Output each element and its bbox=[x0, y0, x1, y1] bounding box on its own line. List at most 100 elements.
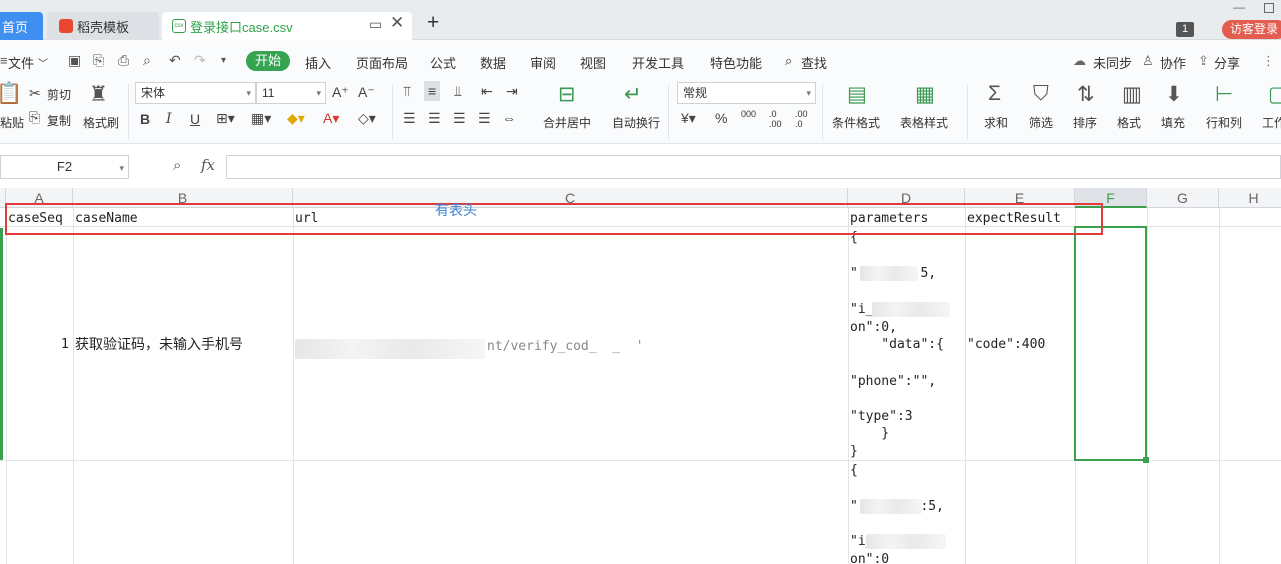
cut-button[interactable]: 剪切 bbox=[47, 86, 71, 103]
highlight-color-icon[interactable]: ◆▾ bbox=[287, 110, 305, 127]
cell-case-seq[interactable]: 1 bbox=[61, 337, 69, 353]
currency-icon[interactable]: ¥▾ bbox=[681, 110, 696, 127]
guest-login-button[interactable]: 访客登录 bbox=[1222, 20, 1281, 39]
menu-search[interactable]: 查找 bbox=[801, 53, 827, 72]
distribute-icon[interactable]: ⇔ bbox=[502, 110, 516, 126]
tab-home[interactable]: 首页 bbox=[0, 12, 43, 40]
copy-icon[interactable]: ⎘ bbox=[29, 109, 40, 126]
menu-page-layout[interactable]: 页面布局 bbox=[356, 53, 408, 72]
font-size-select[interactable]: 11 ▾ bbox=[256, 82, 326, 104]
sum-icon[interactable]: Σ bbox=[988, 82, 1001, 106]
menu-review[interactable]: 审阅 bbox=[530, 53, 556, 72]
format-icon[interactable]: ▥ bbox=[1122, 82, 1142, 107]
share-button[interactable]: 分享 bbox=[1214, 53, 1240, 72]
unsynced-status[interactable]: 未同步 bbox=[1093, 53, 1132, 72]
menu-dev-tools[interactable]: 开发工具 bbox=[632, 53, 684, 72]
align-middle-icon[interactable]: ≡ bbox=[424, 81, 441, 101]
selected-cell-F2[interactable] bbox=[1074, 226, 1147, 461]
font-grow-icon[interactable]: A⁺ bbox=[332, 84, 349, 101]
font-family-select[interactable]: 宋体 ▾ bbox=[135, 82, 256, 104]
undo-icon[interactable]: ↶ bbox=[169, 52, 181, 69]
align-bottom-icon[interactable]: ⫫ bbox=[454, 83, 462, 100]
cell-case-name[interactable]: 获取验证码，未输入手机号 bbox=[75, 337, 243, 354]
row-col-button[interactable]: 行和列 bbox=[1206, 114, 1242, 131]
align-top-icon[interactable]: ⫪ bbox=[403, 83, 411, 100]
paste-icon[interactable]: 📋 bbox=[0, 82, 22, 106]
filter-button[interactable]: 筛选 bbox=[1029, 114, 1053, 131]
align-left-icon[interactable]: ☰ bbox=[403, 110, 416, 127]
clear-icon[interactable]: ◇▾ bbox=[358, 110, 376, 127]
font-color-icon[interactable]: A▾ bbox=[323, 110, 339, 127]
worksheet-icon[interactable]: ▢ bbox=[1268, 82, 1281, 107]
fill-button[interactable]: 填充 bbox=[1161, 114, 1185, 131]
sort-icon[interactable]: ⇅ bbox=[1077, 82, 1095, 107]
menu-special[interactable]: 特色功能 bbox=[710, 53, 762, 72]
indent-increase-icon[interactable]: ⇥ bbox=[506, 83, 518, 100]
close-tab-icon[interactable]: ✕ bbox=[390, 13, 404, 33]
decrease-decimal-icon[interactable]: .00.0 bbox=[795, 109, 808, 129]
cell-url[interactable]: nt/verify_cod_ _ ' bbox=[487, 339, 644, 355]
collab-button[interactable]: 协作 bbox=[1160, 53, 1186, 72]
sort-button[interactable]: 排序 bbox=[1073, 114, 1097, 131]
format-button[interactable]: 格式 bbox=[1117, 114, 1141, 131]
zoom-icon[interactable]: ⌕ bbox=[173, 157, 181, 174]
chevron-down-icon[interactable]: ﹀ bbox=[38, 55, 48, 70]
fill-icon[interactable]: ⬇ bbox=[1165, 82, 1183, 107]
italic-icon[interactable]: I bbox=[166, 111, 172, 127]
minimize-icon[interactable]: — bbox=[1233, 0, 1245, 14]
export-icon[interactable]: ⎘ bbox=[93, 52, 104, 69]
save-icon[interactable]: ▣ bbox=[68, 52, 81, 69]
format-painter-label[interactable]: 格式刷 bbox=[83, 114, 119, 131]
print-preview-icon[interactable]: ⌕ bbox=[143, 52, 151, 69]
wrap-text-icon[interactable]: ↵ bbox=[624, 82, 642, 107]
menu-file[interactable]: 文件 bbox=[8, 53, 34, 72]
menu-formula[interactable]: 公式 bbox=[430, 53, 456, 72]
table-style-icon[interactable]: ▦ bbox=[915, 82, 935, 107]
menu-data[interactable]: 数据 bbox=[480, 53, 506, 72]
menu-start[interactable]: 开始 bbox=[246, 51, 290, 71]
increase-decimal-icon[interactable]: .0.00 bbox=[769, 109, 782, 129]
window-count-badge[interactable]: 1 bbox=[1176, 22, 1194, 37]
font-shrink-icon[interactable]: A⁻ bbox=[358, 84, 375, 101]
number-format-select[interactable]: 常规 ▾ bbox=[677, 82, 816, 104]
name-box[interactable]: F2 ▾ bbox=[0, 155, 129, 179]
merge-center-icon[interactable]: ⊟ bbox=[558, 82, 576, 107]
align-right-icon[interactable]: ☰ bbox=[453, 110, 466, 127]
justify-icon[interactable]: ☰ bbox=[478, 110, 491, 127]
formula-input[interactable] bbox=[226, 155, 1281, 179]
new-tab-icon[interactable]: + bbox=[427, 11, 439, 35]
redo-icon[interactable]: ↷ bbox=[194, 52, 206, 69]
underline-icon[interactable]: U bbox=[190, 111, 200, 127]
percent-icon[interactable]: % bbox=[715, 110, 727, 126]
format-painter-icon[interactable]: ♜ bbox=[89, 82, 108, 107]
sum-button[interactable]: 求和 bbox=[984, 114, 1008, 131]
worksheet-button[interactable]: 工作 bbox=[1262, 114, 1281, 131]
copy-button[interactable]: 复制 bbox=[47, 112, 71, 129]
cell-fill-icon[interactable]: ▦▾ bbox=[251, 110, 271, 127]
more-icon[interactable]: ⋮ bbox=[1262, 53, 1275, 69]
customize-icon[interactable]: ▾ bbox=[221, 55, 226, 66]
filter-icon[interactable]: ⛉ bbox=[1033, 82, 1049, 106]
conditional-format-button[interactable]: 条件格式 bbox=[832, 114, 880, 131]
column-header[interactable]: H bbox=[1219, 188, 1281, 208]
bold-icon[interactable]: B bbox=[140, 111, 150, 127]
indent-decrease-icon[interactable]: ⇤ bbox=[481, 83, 493, 100]
cut-icon[interactable]: ✂ bbox=[29, 85, 41, 102]
row-col-icon[interactable]: ⊢ bbox=[1215, 82, 1233, 107]
monitor-icon[interactable]: ▭ bbox=[369, 16, 382, 33]
restore-icon[interactable] bbox=[1264, 3, 1274, 13]
tab-template[interactable]: 稻壳模板 bbox=[47, 12, 159, 40]
fill-handle[interactable] bbox=[1143, 457, 1149, 463]
thousands-icon[interactable]: 000 bbox=[741, 109, 756, 119]
conditional-format-icon[interactable]: ▤ bbox=[847, 82, 867, 107]
table-style-button[interactable]: 表格样式 bbox=[900, 114, 948, 131]
cell-expect-result[interactable]: "code":400 bbox=[967, 337, 1045, 353]
merge-center-button[interactable]: 合并居中 bbox=[543, 114, 591, 131]
align-center-icon[interactable]: ☰ bbox=[428, 110, 441, 127]
search-icon[interactable]: ⌕ bbox=[785, 53, 792, 69]
fx-icon[interactable]: fx bbox=[201, 156, 215, 174]
wrap-text-button[interactable]: 自动换行 bbox=[612, 114, 660, 131]
column-header[interactable]: G bbox=[1147, 188, 1219, 208]
paste-label[interactable]: 粘贴 bbox=[0, 114, 24, 131]
print-icon[interactable]: ⎙ bbox=[118, 52, 129, 69]
